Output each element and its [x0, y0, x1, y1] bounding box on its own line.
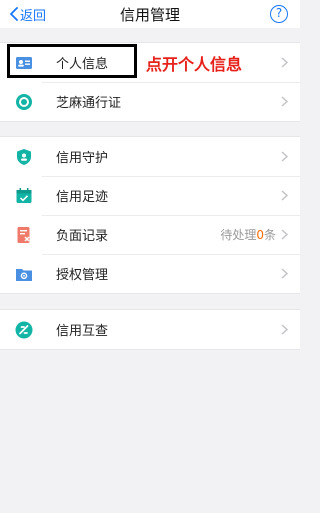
chevron-right-icon	[281, 57, 288, 68]
page-title: 信用管理	[119, 5, 180, 24]
calendar-check-icon	[16, 188, 32, 203]
highlight-box	[7, 44, 137, 78]
back-label: 返回	[20, 8, 47, 24]
list-item-label: 授权管理	[56, 268, 109, 283]
list-item-credit-footprint[interactable]: 信用足迹	[0, 176, 300, 215]
document-x-icon	[17, 227, 30, 243]
chevron-left-icon	[10, 7, 18, 21]
chevron-right-icon	[281, 268, 288, 279]
folder-gear-icon	[16, 269, 32, 281]
pending-prefix: 待处理	[220, 228, 257, 242]
back-button[interactable]: 返回	[10, 4, 46, 24]
pending-count: 待处理0条	[220, 226, 276, 243]
list-item-credit-guard[interactable]: 信用守护	[0, 137, 300, 176]
group-mutual: 信用互查	[0, 309, 300, 350]
help-icon[interactable]: ?	[270, 5, 288, 23]
list-item-sesame-pass[interactable]: 芝麻通行证	[0, 82, 300, 121]
pending-number: 0	[256, 228, 264, 242]
chevron-right-icon	[281, 229, 288, 240]
list-item-label: 信用守护	[56, 151, 109, 166]
list-item-label: 信用足迹	[56, 190, 109, 205]
chevron-right-icon	[281, 151, 288, 162]
group-credit: 信用守护 信用足迹 负面记录 待处理0条 授权管理	[0, 136, 300, 294]
chevron-right-icon	[281, 96, 288, 107]
list-item-label: 芝麻通行证	[56, 96, 122, 111]
pending-suffix: 条	[263, 228, 276, 242]
annotation-text: 点开个人信息	[146, 55, 243, 74]
shield-icon	[17, 149, 31, 165]
sesame-pass-icon	[16, 94, 32, 110]
list-item-label: 信用互查	[56, 324, 109, 339]
list-item-label: 负面记录	[56, 229, 109, 244]
list-item-mutual-check[interactable]: 信用互查	[0, 310, 300, 349]
nav-bar: 返回 信用管理 ?	[0, 0, 300, 28]
mutual-check-icon	[15, 321, 33, 339]
list-item-authorization[interactable]: 授权管理	[0, 254, 300, 293]
chevron-right-icon	[281, 324, 288, 335]
list-item-negative-records[interactable]: 负面记录 待处理0条	[0, 215, 300, 254]
chevron-right-icon	[281, 190, 288, 201]
